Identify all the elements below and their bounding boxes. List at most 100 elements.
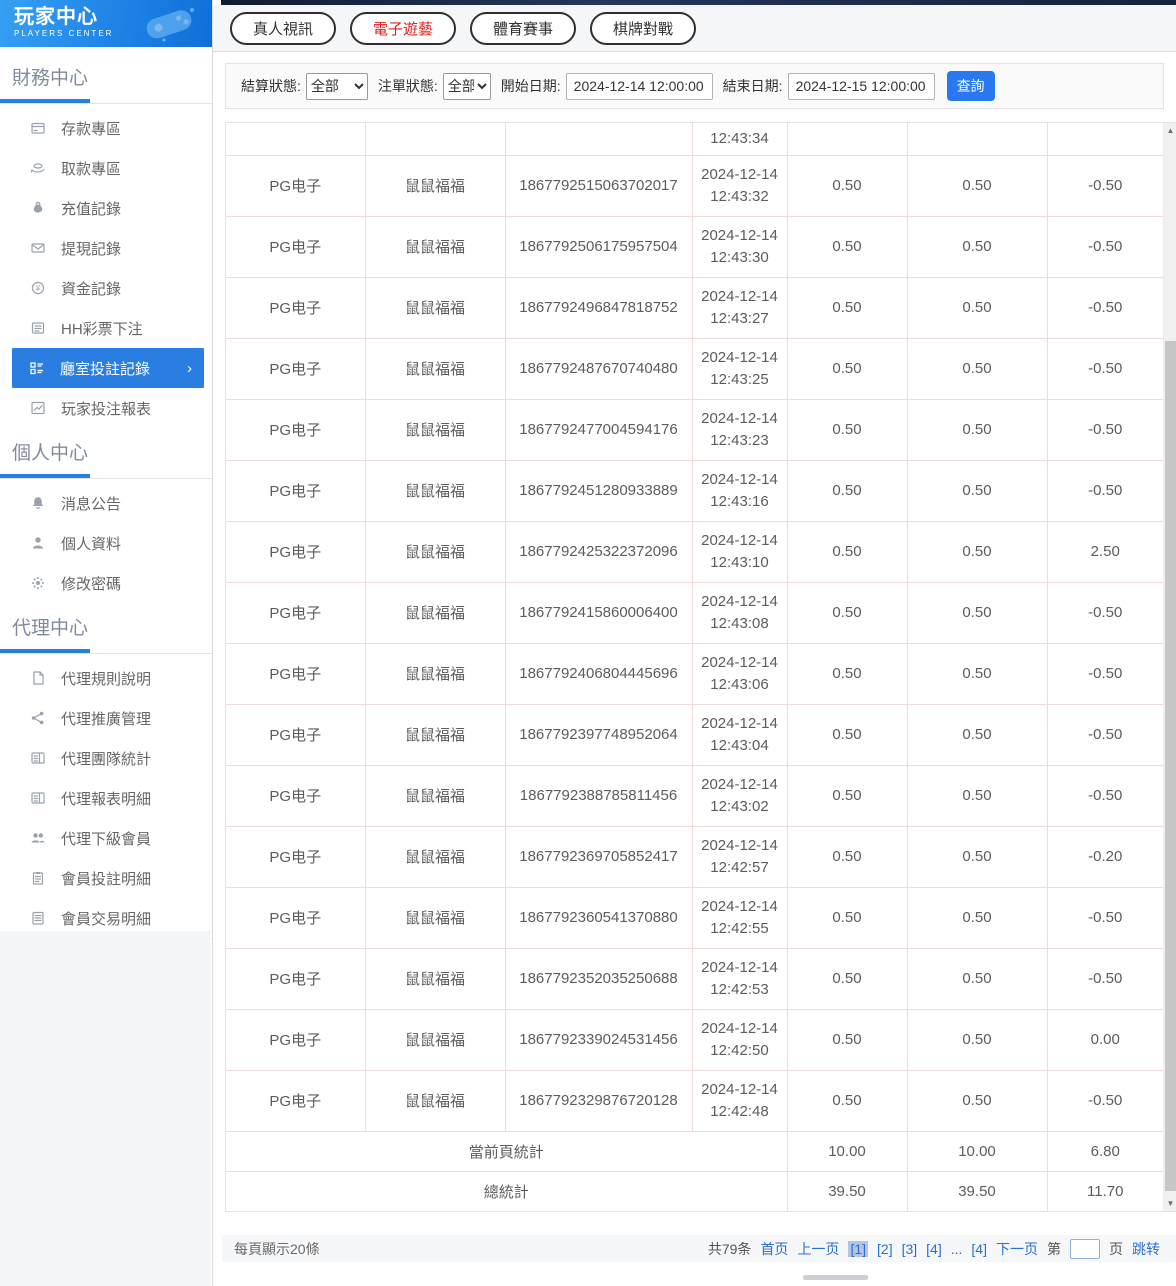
bet-date: 2024-12-14	[701, 897, 778, 915]
scroll-down-icon[interactable]: ▼	[1164, 1196, 1176, 1211]
sidebar-item-deposit[interactable]: 存款專區	[0, 108, 212, 148]
sidebar-item-agent-team-stats[interactable]: 代理團隊統計	[0, 738, 212, 778]
page-next-link[interactable]: 下一页	[996, 1239, 1038, 1259]
horizontal-scrollbar-thumb[interactable]	[803, 1275, 868, 1280]
page-link-3[interactable]: [3]	[902, 1241, 918, 1257]
page-link-4[interactable]: [4]	[926, 1241, 942, 1257]
game-category-tabs: 真人視訊 電子遊藝 體育賽事 棋牌對戰	[213, 5, 1176, 52]
order-status-select[interactable]: 全部	[442, 72, 491, 100]
sidebar-footer	[0, 931, 211, 1286]
sidebar-item-label: 玩家投注報表	[61, 400, 152, 418]
cell-bet-amount: 0.50	[787, 1070, 908, 1132]
cell-order-number: 1867792352035250688	[505, 948, 693, 1010]
jump-go-link[interactable]: 跳转	[1132, 1239, 1160, 1259]
people-icon	[30, 830, 46, 846]
scrollbar-thumb[interactable]	[1165, 341, 1176, 1191]
cell-win-loss: -0.50	[1047, 460, 1163, 522]
sidebar-item-funds-record[interactable]: ¥ 資金記錄	[0, 268, 212, 308]
settle-status-select[interactable]: 全部	[305, 72, 368, 100]
search-button[interactable]: 查詢	[946, 71, 995, 101]
cell-game-name: 鼠鼠福福	[365, 704, 506, 766]
sidebar-item-agent-downline[interactable]: 代理下級會員	[0, 818, 212, 858]
end-date-input[interactable]	[787, 72, 935, 100]
cell-empty	[1047, 123, 1163, 156]
sidebar-item-withdrawal-record[interactable]: 提現記錄	[0, 228, 212, 268]
page-link-4[interactable]: [4]	[971, 1241, 987, 1257]
page-prev-link[interactable]: 上一页	[797, 1239, 839, 1259]
jump-page-input[interactable]	[1070, 1238, 1100, 1259]
start-date-input[interactable]	[565, 72, 713, 100]
gamepad-icon	[146, 8, 194, 42]
page-first-link[interactable]: 首页	[760, 1239, 788, 1259]
page-link-1[interactable]: [1]	[848, 1240, 869, 1257]
cell-bet-time: 2024-12-14 12:42:57	[692, 826, 788, 888]
cell-platform: PG电子	[226, 765, 366, 827]
cell-valid-bet: 0.50	[907, 704, 1048, 766]
newspaper-icon	[30, 790, 46, 806]
tab-live-video[interactable]: 真人視訊	[230, 11, 337, 45]
page-link-2[interactable]: [2]	[877, 1241, 893, 1257]
cell-bet-time: 12:43:34	[692, 123, 788, 156]
cell-bet-time: 2024-12-14 12:42:50	[692, 1009, 788, 1071]
cell-win-loss: -0.50	[1047, 704, 1163, 766]
cell-bet-time: 2024-12-14 12:43:10	[692, 521, 788, 583]
per-page-label: 每頁顯示20條	[234, 1240, 320, 1257]
cell-empty	[787, 123, 908, 156]
cell-order-number: 1867792388785811456	[505, 765, 693, 827]
sidebar-item-label: 會員交易明細	[61, 910, 152, 928]
sidebar-item-profile[interactable]: 個人資料	[0, 523, 212, 563]
tab-sports-events[interactable]: 體育賽事	[470, 11, 577, 45]
table-row: PG电子 鼠鼠福福 1867792329876720128 2024-12-14 12:…	[226, 1070, 1163, 1132]
cell-bet-time: 2024-12-14 12:43:04	[692, 704, 788, 766]
sidebar-item-player-bet-report[interactable]: 玩家投注報表	[0, 388, 212, 428]
sidebar-item-recharge-record[interactable]: 充值記錄	[0, 188, 212, 228]
sidebar: 玩家中心 PLAYERS CENTER 財務中心 存款專區 取款專區 充值記錄 提現記錄…	[0, 0, 213, 1286]
tab-board-card-games[interactable]: 棋牌對戰	[590, 11, 697, 45]
svg-text:¥: ¥	[35, 284, 41, 293]
section-underline	[0, 99, 212, 104]
cell-bet-amount: 0.50	[787, 277, 908, 339]
scroll-up-icon[interactable]: ▲	[1164, 123, 1176, 138]
sidebar-section-title: 代理中心	[12, 618, 89, 639]
cell-game-name: 鼠鼠福福	[365, 460, 506, 522]
sidebar-item-hh-lottery-bet[interactable]: HH彩票下注	[0, 308, 212, 348]
cell-bet-amount: 0.50	[787, 399, 908, 461]
cell-game-name: 鼠鼠福福	[365, 582, 506, 644]
tab-electronic-games[interactable]: 電子遊藝	[350, 11, 457, 45]
cell-platform: PG电子	[226, 460, 366, 522]
cell-game-name: 鼠鼠福福	[365, 399, 506, 461]
cell-win-loss: -0.20	[1047, 826, 1163, 888]
jump-prefix-label: 第	[1047, 1240, 1061, 1257]
bet-clock: 12:43:10	[710, 553, 769, 571]
table-row: PG电子 鼠鼠福福 1867792406804445696 2024-12-14 12:…	[226, 643, 1163, 705]
sidebar-item-member-bet-detail[interactable]: 會員投註明細	[0, 858, 212, 898]
sidebar-item-agent-rules[interactable]: 代理規則說明	[0, 658, 212, 698]
sidebar-item-agent-promotion[interactable]: 代理推廣管理	[0, 698, 212, 738]
sidebar-item-withdraw[interactable]: 取款專區	[0, 148, 212, 188]
sidebar-item-hall-bet-record[interactable]: 廳室投註記錄 ›	[12, 348, 204, 388]
cell-game-name: 鼠鼠福福	[365, 887, 506, 949]
total-count-label: 共79条	[707, 1240, 752, 1257]
page-ellipsis[interactable]: ...	[951, 1241, 963, 1257]
cell-bet-time: 2024-12-14 12:43:08	[692, 582, 788, 644]
cell-win-loss: -0.50	[1047, 948, 1163, 1010]
vertical-scrollbar[interactable]: ▲ ▼	[1163, 123, 1176, 1211]
sidebar-item-announcements[interactable]: 消息公告	[0, 483, 212, 523]
summary-valid-bet: 10.00	[907, 1131, 1048, 1172]
bet-date: 2024-12-14	[701, 775, 778, 793]
cell-win-loss: -0.50	[1047, 1070, 1163, 1132]
cell-win-loss: -0.50	[1047, 765, 1163, 827]
table-row: PG电子 鼠鼠福福 1867792415860006400 2024-12-14 12:…	[226, 582, 1163, 644]
table-row: PG电子 鼠鼠福福 1867792515063702017 2024-12-14 12:…	[226, 155, 1163, 217]
sidebar-item-label: 資金記錄	[61, 280, 122, 298]
summary-bet-amount: 10.00	[787, 1131, 908, 1172]
cell-order-number: 1867792329876720128	[505, 1070, 693, 1132]
sidebar-item-agent-report-detail[interactable]: 代理報表明細	[0, 778, 212, 818]
bet-clock: 12:43:04	[710, 736, 769, 754]
bet-date: 2024-12-14	[701, 958, 778, 976]
bet-records-table: 12:43:34 PG电子 鼠鼠福福 1867792515063702017 2024-…	[225, 122, 1176, 1212]
cell-win-loss: -0.50	[1047, 582, 1163, 644]
sidebar-item-change-password[interactable]: 修改密碼	[0, 563, 212, 603]
cell-valid-bet: 0.50	[907, 521, 1048, 583]
main-content: 真人視訊 電子遊藝 體育賽事 棋牌對戰 結算狀態: 全部 注單狀態: 全部 開始日期:…	[213, 0, 1176, 1286]
